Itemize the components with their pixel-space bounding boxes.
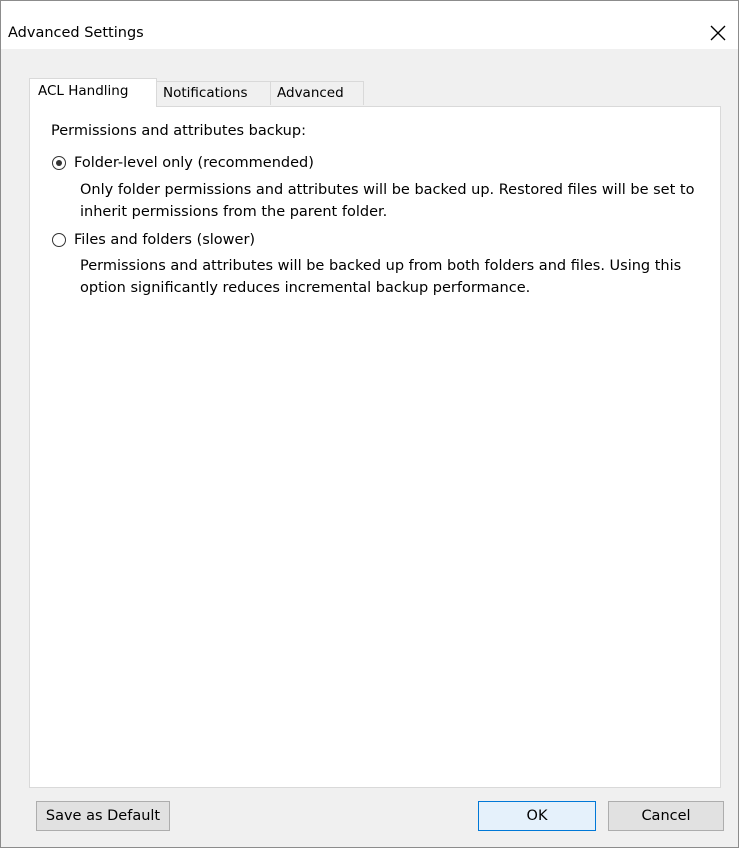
advanced-settings-dialog: Advanced Settings ACL Handling Notificat… <box>0 0 739 848</box>
tab-notifications[interactable]: Notifications <box>156 81 271 105</box>
radio-button-checked[interactable] <box>52 156 66 170</box>
title-bar: Advanced Settings <box>1 1 738 49</box>
radio-button-unchecked[interactable] <box>52 233 66 247</box>
description-folder-level: Only folder permissions and attributes w… <box>80 182 695 220</box>
close-button[interactable] <box>706 21 730 45</box>
close-icon <box>710 25 726 41</box>
description-files-and-folders: Permissions and attributes will be backe… <box>80 258 682 296</box>
dialog-title: Advanced Settings <box>8 25 144 41</box>
radio-label-folder-level: Folder-level only (recommended) <box>74 155 314 171</box>
cancel-button[interactable]: Cancel <box>608 801 724 831</box>
save-as-default-button[interactable]: Save as Default <box>36 801 170 831</box>
tab-advanced[interactable]: Advanced <box>270 81 364 105</box>
section-label: Permissions and attributes backup: <box>51 123 306 139</box>
acl-handling-panel: Permissions and attributes backup: Folde… <box>29 106 721 788</box>
radio-folder-level-only[interactable]: Folder-level only (recommended) <box>52 154 314 172</box>
radio-label-files-and-folders: Files and folders (slower) <box>74 232 256 248</box>
ok-button[interactable]: OK <box>478 801 596 831</box>
radio-files-and-folders[interactable]: Files and folders (slower) <box>52 231 255 249</box>
tab-acl-handling[interactable]: ACL Handling <box>29 78 157 107</box>
